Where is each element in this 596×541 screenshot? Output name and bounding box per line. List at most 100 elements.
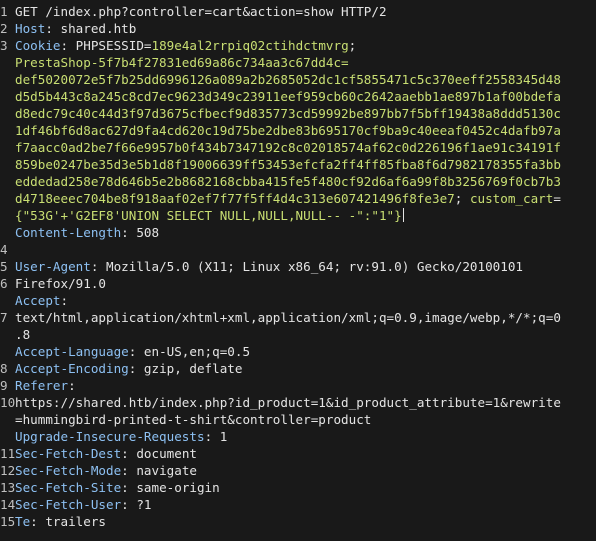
request-line[interactable]: 9 Referer:: [0, 377, 596, 394]
header-text: =hummingbird-printed-t-shirt&controller=…: [15, 412, 372, 427]
header-text: =: [143, 38, 152, 53]
header-name: Te: [15, 514, 31, 529]
cookie-value: PrestaShop-5f7b4f27831ed69a86c734aa3c67d…: [15, 55, 349, 70]
request-line[interactable]: Accept-Language: en-US,en;q=0.5: [0, 343, 596, 360]
request-line[interactable]: =hummingbird-printed-t-shirt&controller=…: [0, 411, 596, 428]
request-line[interactable]: def5020072e5f7b25dd6996126a089a2b2685052…: [0, 71, 596, 88]
request-line[interactable]: 4: [0, 241, 596, 258]
header-name: User-Agent: [15, 259, 91, 274]
request-line[interactable]: 1 GET /index.php?controller=cart&action=s…: [0, 3, 596, 20]
line-content: 859be0247be35d3e5b1d8f19006639ff53453efc…: [15, 156, 561, 173]
line-number: 15: [0, 514, 16, 529]
request-line[interactable]: 3 Cookie: PHPSESSID=189e4al2rrpiq02ctihdc…: [0, 37, 596, 54]
cookie-value: 859be0247be35d3e5b1d8f19006639ff53453efc…: [15, 157, 561, 172]
header-text: ;: [348, 38, 357, 53]
cookie-value: eddedad258e78d646b5e2b8682168cbba415fe5f…: [15, 174, 561, 189]
line-content: Sec-Fetch-Mode: navigate: [15, 462, 197, 479]
request-line[interactable]: d5d5b443c8a245c8cd7ec9623d349c23911eef95…: [0, 88, 596, 105]
request-line[interactable]: PrestaShop-5f7b4f27831ed69a86c734aa3c67d…: [0, 54, 596, 71]
cookie-value: custom_cart: [469, 191, 554, 206]
request-line[interactable]: f7aacc0ad2be7f66e9957b0f434b7347192c8c02…: [0, 139, 596, 156]
request-line[interactable]: eddedad258e78d646b5e2b8682168cbba415fe5f…: [0, 173, 596, 190]
request-line[interactable]: 13 Sec-Fetch-Site: same-origin: [0, 479, 596, 496]
line-content: PrestaShop-5f7b4f27831ed69a86c734aa3c67d…: [15, 54, 349, 71]
cookie-value: 1df46bf6d8ac627d9fa4cd620c19d75be2dbe83b…: [15, 123, 561, 138]
header-text: ;: [454, 191, 470, 206]
line-content: GET /index.php?controller=cart&action=sh…: [15, 3, 387, 20]
request-line[interactable]: 11 Sec-Fetch-Dest: document: [0, 445, 596, 462]
request-line[interactable]: 14 Sec-Fetch-User: ?1: [0, 496, 596, 513]
http-request-editor[interactable]: 1 GET /index.php?controller=cart&action=s…: [0, 0, 596, 541]
line-content: Referer:: [15, 377, 76, 394]
line-content: https://shared.htb/index.php?id_product=…: [15, 394, 561, 411]
header-text: : trailers: [30, 514, 106, 529]
request-line[interactable]: 6 Firefox/91.0: [0, 275, 596, 292]
header-text: :: [68, 378, 76, 393]
header-name: Content-Length: [15, 225, 122, 240]
header-text: .8: [15, 327, 31, 342]
header-name: Referer: [15, 378, 69, 393]
line-number: 3: [0, 38, 8, 53]
request-line[interactable]: 5 User-Agent: Mozilla/5.0 (X11; Linux x86…: [0, 258, 596, 275]
line-content: Accept-Language: en-US,en;q=0.5: [15, 343, 250, 360]
header-text: :: [60, 38, 76, 53]
request-line[interactable]: 1df46bf6d8ac627d9fa4cd620c19d75be2dbe83b…: [0, 122, 596, 139]
request-line[interactable]: 12 Sec-Fetch-Mode: navigate: [0, 462, 596, 479]
header-name: Upgrade-Insecure-Requests: [15, 429, 205, 444]
header-text: text/html,application/xhtml+xml,applicat…: [15, 310, 561, 325]
request-line[interactable]: 859be0247be35d3e5b1d8f19006639ff53453efc…: [0, 156, 596, 173]
header-name: Accept: [15, 293, 61, 308]
line-content: Sec-Fetch-User: ?1: [15, 496, 152, 513]
header-name: Sec-Fetch-Mode: [15, 463, 122, 478]
header-text: : 1: [204, 429, 228, 444]
header-text: : document: [121, 446, 197, 461]
line-content: Host: shared.htb: [15, 20, 136, 37]
line-content: =hummingbird-printed-t-shirt&controller=…: [15, 411, 371, 428]
line-content: 1df46bf6d8ac627d9fa4cd620c19d75be2dbe83b…: [15, 122, 561, 139]
line-content: Upgrade-Insecure-Requests: 1: [15, 428, 227, 445]
cookie-value: 189e4al2rrpiq02ctihdctmvrg: [151, 38, 349, 53]
line-number: 4: [0, 242, 8, 257]
header-text: :: [60, 293, 69, 308]
line-content: Cookie: PHPSESSID=189e4al2rrpiq02ctihdct…: [15, 37, 356, 54]
line-content: Firefox/91.0: [15, 275, 106, 292]
request-line[interactable]: 2 Host: shared.htb: [0, 20, 596, 37]
cookie-value: d4718eeec704be8f918aaf02ef7f77f5ff4d4c31…: [15, 191, 455, 206]
line-number: 14: [0, 497, 16, 512]
line-content: d5d5b443c8a245c8cd7ec9623d349c23911eef95…: [15, 88, 561, 105]
line-number: 7: [0, 310, 8, 325]
cookie-name: PHPSESSID: [75, 38, 144, 53]
line-content: Content-Length: 508: [15, 224, 159, 241]
header-text: : navigate: [121, 463, 197, 478]
request-line[interactable]: 15 Te: trailers: [0, 513, 596, 530]
line-content: Sec-Fetch-Site: same-origin: [15, 479, 220, 496]
request-line[interactable]: 7 text/html,application/xhtml+xml,applica…: [0, 309, 596, 326]
request-line[interactable]: 10 https://shared.htb/index.php?id_produc…: [0, 394, 596, 411]
line-content: eddedad258e78d646b5e2b8682168cbba415fe5f…: [15, 173, 561, 190]
line-content: Te: trailers: [15, 513, 106, 530]
line-number: 6: [0, 276, 8, 291]
request-line[interactable]: Accept:: [0, 292, 596, 309]
line-content: text/html,application/xhtml+xml,applicat…: [15, 309, 561, 326]
line-content: d4718eeec704be8f918aaf02ef7f77f5ff4d4c31…: [15, 190, 561, 207]
line-content: Accept-Encoding: gzip, deflate: [15, 360, 242, 377]
line-number: 12: [0, 463, 16, 478]
request-line[interactable]: Upgrade-Insecure-Requests: 1: [0, 428, 596, 445]
request-line[interactable]: d4718eeec704be8f918aaf02ef7f77f5ff4d4c31…: [0, 190, 596, 207]
request-line[interactable]: {"53G'+'G2EF8'UNION SELECT NULL,NULL,NUL…: [0, 207, 596, 224]
request-line[interactable]: Content-Length: 508: [0, 224, 596, 241]
request-line[interactable]: d8edc79c40c44d3f97d3675cfbecf9d835773cd5…: [0, 105, 596, 122]
request-line[interactable]: .8: [0, 326, 596, 343]
header-name: Accept-Encoding: [15, 361, 129, 376]
header-name: Accept-Language: [15, 344, 129, 359]
cookie-value: {"53G'+'G2EF8'UNION SELECT NULL,NULL,NUL…: [15, 208, 402, 223]
cookie-value: f7aacc0ad2be7f66e9957b0f434b7347192c8c02…: [15, 140, 561, 155]
header-text: : 508: [121, 225, 160, 240]
line-number: 8: [0, 361, 8, 376]
line-number: 9: [0, 378, 8, 393]
header-text: : same-origin: [121, 480, 220, 495]
cookie-value: def5020072e5f7b25dd6996126a089a2b2685052…: [15, 72, 561, 87]
request-line[interactable]: 8 Accept-Encoding: gzip, deflate: [0, 360, 596, 377]
header-text: https://shared.htb/index.php?id_product=…: [15, 395, 561, 410]
header-name: Sec-Fetch-Dest: [15, 446, 122, 461]
